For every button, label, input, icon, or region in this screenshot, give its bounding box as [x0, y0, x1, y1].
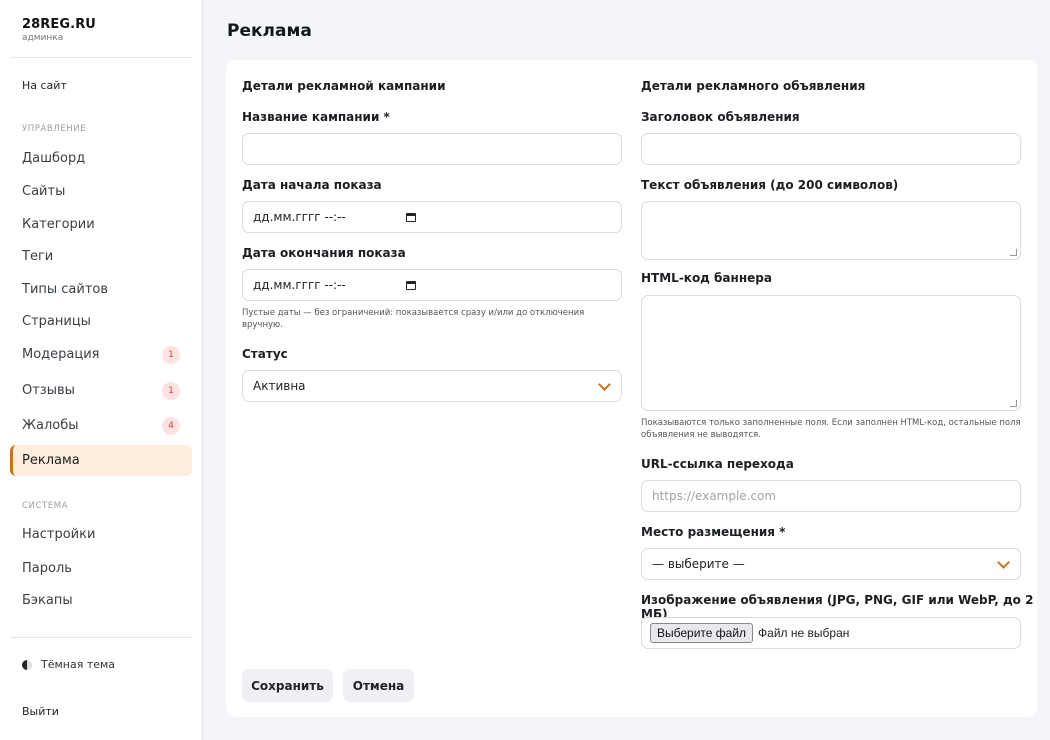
banner-html-label: HTML-код баннера — [641, 271, 772, 285]
end-date-label: Дата окончания показа — [242, 246, 406, 260]
brand[interactable]: 28REG.RU админка — [22, 17, 96, 43]
ad-text-label: Текст объявления (до 200 символов) — [641, 178, 899, 192]
status-select[interactable]: Активна — [242, 370, 622, 402]
sidebar-item-ads[interactable]: Реклама — [10, 445, 192, 476]
banner-html-textarea[interactable] — [641, 295, 1021, 411]
sidebar-item-pages[interactable]: Страницы — [10, 306, 192, 337]
start-date-input[interactable]: дд.мм.гггг --:-- — [242, 201, 622, 233]
sidebar-item-label: Сайты — [22, 184, 66, 199]
sidebar-item-categories[interactable]: Категории — [10, 209, 192, 240]
image-file-input[interactable]: Выберите файл Файл не выбран — [641, 617, 1021, 649]
end-date-value: дд.мм.гггг --:-- — [253, 278, 346, 292]
half-moon-icon — [22, 659, 32, 670]
ad-title-label: Заголовок объявления — [641, 110, 800, 124]
ad-heading: Детали рекламного объявления — [641, 79, 866, 93]
ad-form-card: Детали рекламной кампании Название кампа… — [226, 60, 1037, 717]
chevron-down-icon — [997, 556, 1010, 569]
brand-subtitle: админка — [22, 33, 64, 43]
dates-hint: Пустые даты — без ограничений: показывае… — [242, 308, 585, 330]
sidebar-item-reviews[interactable]: Отзывы 1 — [10, 375, 192, 406]
campaign-name-input[interactable] — [242, 133, 622, 165]
file-status: Файл не выбран — [758, 626, 850, 640]
sidebar-item-tags[interactable]: Теги — [10, 241, 192, 272]
sidebar-item-label: Бэкапы — [22, 593, 73, 608]
sidebar-item-backups[interactable]: Бэкапы — [10, 585, 192, 616]
placement-label: Место размещения * — [641, 525, 786, 539]
fields-hint: Показываются только заполненные поля. Ес… — [641, 418, 1021, 440]
chevron-down-icon — [598, 378, 611, 391]
placement-value: — выберите — — [652, 557, 745, 571]
campaign-heading: Детали рекламной кампании — [242, 79, 446, 93]
divider — [10, 57, 192, 58]
sidebar-item-complaints[interactable]: Жалобы 4 — [10, 410, 192, 441]
sidebar-item-sites[interactable]: Сайты — [10, 176, 192, 207]
divider — [10, 637, 192, 638]
sidebar-item-label: Категории — [22, 217, 95, 232]
sidebar-item-label: Реклама — [22, 453, 80, 468]
ad-text-textarea[interactable] — [641, 201, 1021, 260]
count-badge: 4 — [162, 417, 180, 435]
ad-title-input[interactable] — [641, 133, 1021, 165]
placement-select[interactable]: — выберите — — [641, 548, 1021, 580]
sidebar-item-label: Дашборд — [22, 151, 86, 166]
sidebar-item-password[interactable]: Пароль — [10, 553, 192, 584]
sidebar-item-label: Настройки — [22, 527, 96, 542]
sidebar-item-label: Страницы — [22, 314, 91, 329]
to-site-link[interactable]: На сайт — [22, 79, 67, 92]
campaign-name-label: Название кампании * — [242, 110, 390, 124]
section-label-manage: УПРАВЛЕНИЕ — [22, 124, 87, 134]
sidebar-item-label: Теги — [22, 249, 54, 264]
start-date-value: дд.мм.гггг --:-- — [253, 210, 346, 224]
start-date-label: Дата начала показа — [242, 178, 382, 192]
url-input[interactable]: https://example.com — [641, 480, 1021, 512]
cancel-button[interactable]: Отмена — [343, 669, 414, 702]
save-button[interactable]: Сохранить — [242, 669, 333, 702]
end-date-input[interactable]: дд.мм.гггг --:-- — [242, 269, 622, 301]
count-badge: 1 — [162, 382, 180, 400]
url-label: URL-ссылка перехода — [641, 457, 794, 471]
theme-toggle[interactable]: Тёмная тема — [22, 658, 115, 671]
sidebar-item-label: Отзывы — [22, 383, 75, 398]
count-badge: 1 — [162, 346, 180, 364]
sidebar-item-label: Типы сайтов — [22, 282, 109, 297]
status-label: Статус — [242, 347, 288, 361]
status-value: Активна — [253, 379, 306, 393]
calendar-icon[interactable] — [405, 280, 416, 290]
resize-handle-icon[interactable] — [1010, 400, 1017, 407]
sidebar-item-label: Пароль — [22, 561, 72, 576]
brand-name: 28REG.RU — [22, 17, 96, 32]
sidebar-item-settings[interactable]: Настройки — [10, 519, 192, 550]
sidebar-item-dashboard[interactable]: Дашборд — [10, 143, 192, 174]
choose-file-button[interactable]: Выберите файл — [650, 623, 754, 643]
sidebar-item-label: Модерация — [22, 347, 100, 362]
calendar-icon[interactable] — [405, 212, 416, 222]
page-title: Реклама — [227, 21, 312, 41]
logout-link[interactable]: Выйти — [22, 705, 59, 718]
sidebar-item-site-types[interactable]: Типы сайтов — [10, 274, 192, 305]
resize-handle-icon[interactable] — [1010, 249, 1017, 256]
section-label-system: СИСТЕМА — [22, 501, 69, 511]
sidebar-item-moderation[interactable]: Модерация 1 — [10, 339, 192, 370]
theme-toggle-label: Тёмная тема — [41, 658, 116, 671]
sidebar: 28REG.RU админка На сайт УПРАВЛЕНИЕ Дашб… — [0, 0, 203, 740]
sidebar-item-label: Жалобы — [22, 418, 79, 433]
